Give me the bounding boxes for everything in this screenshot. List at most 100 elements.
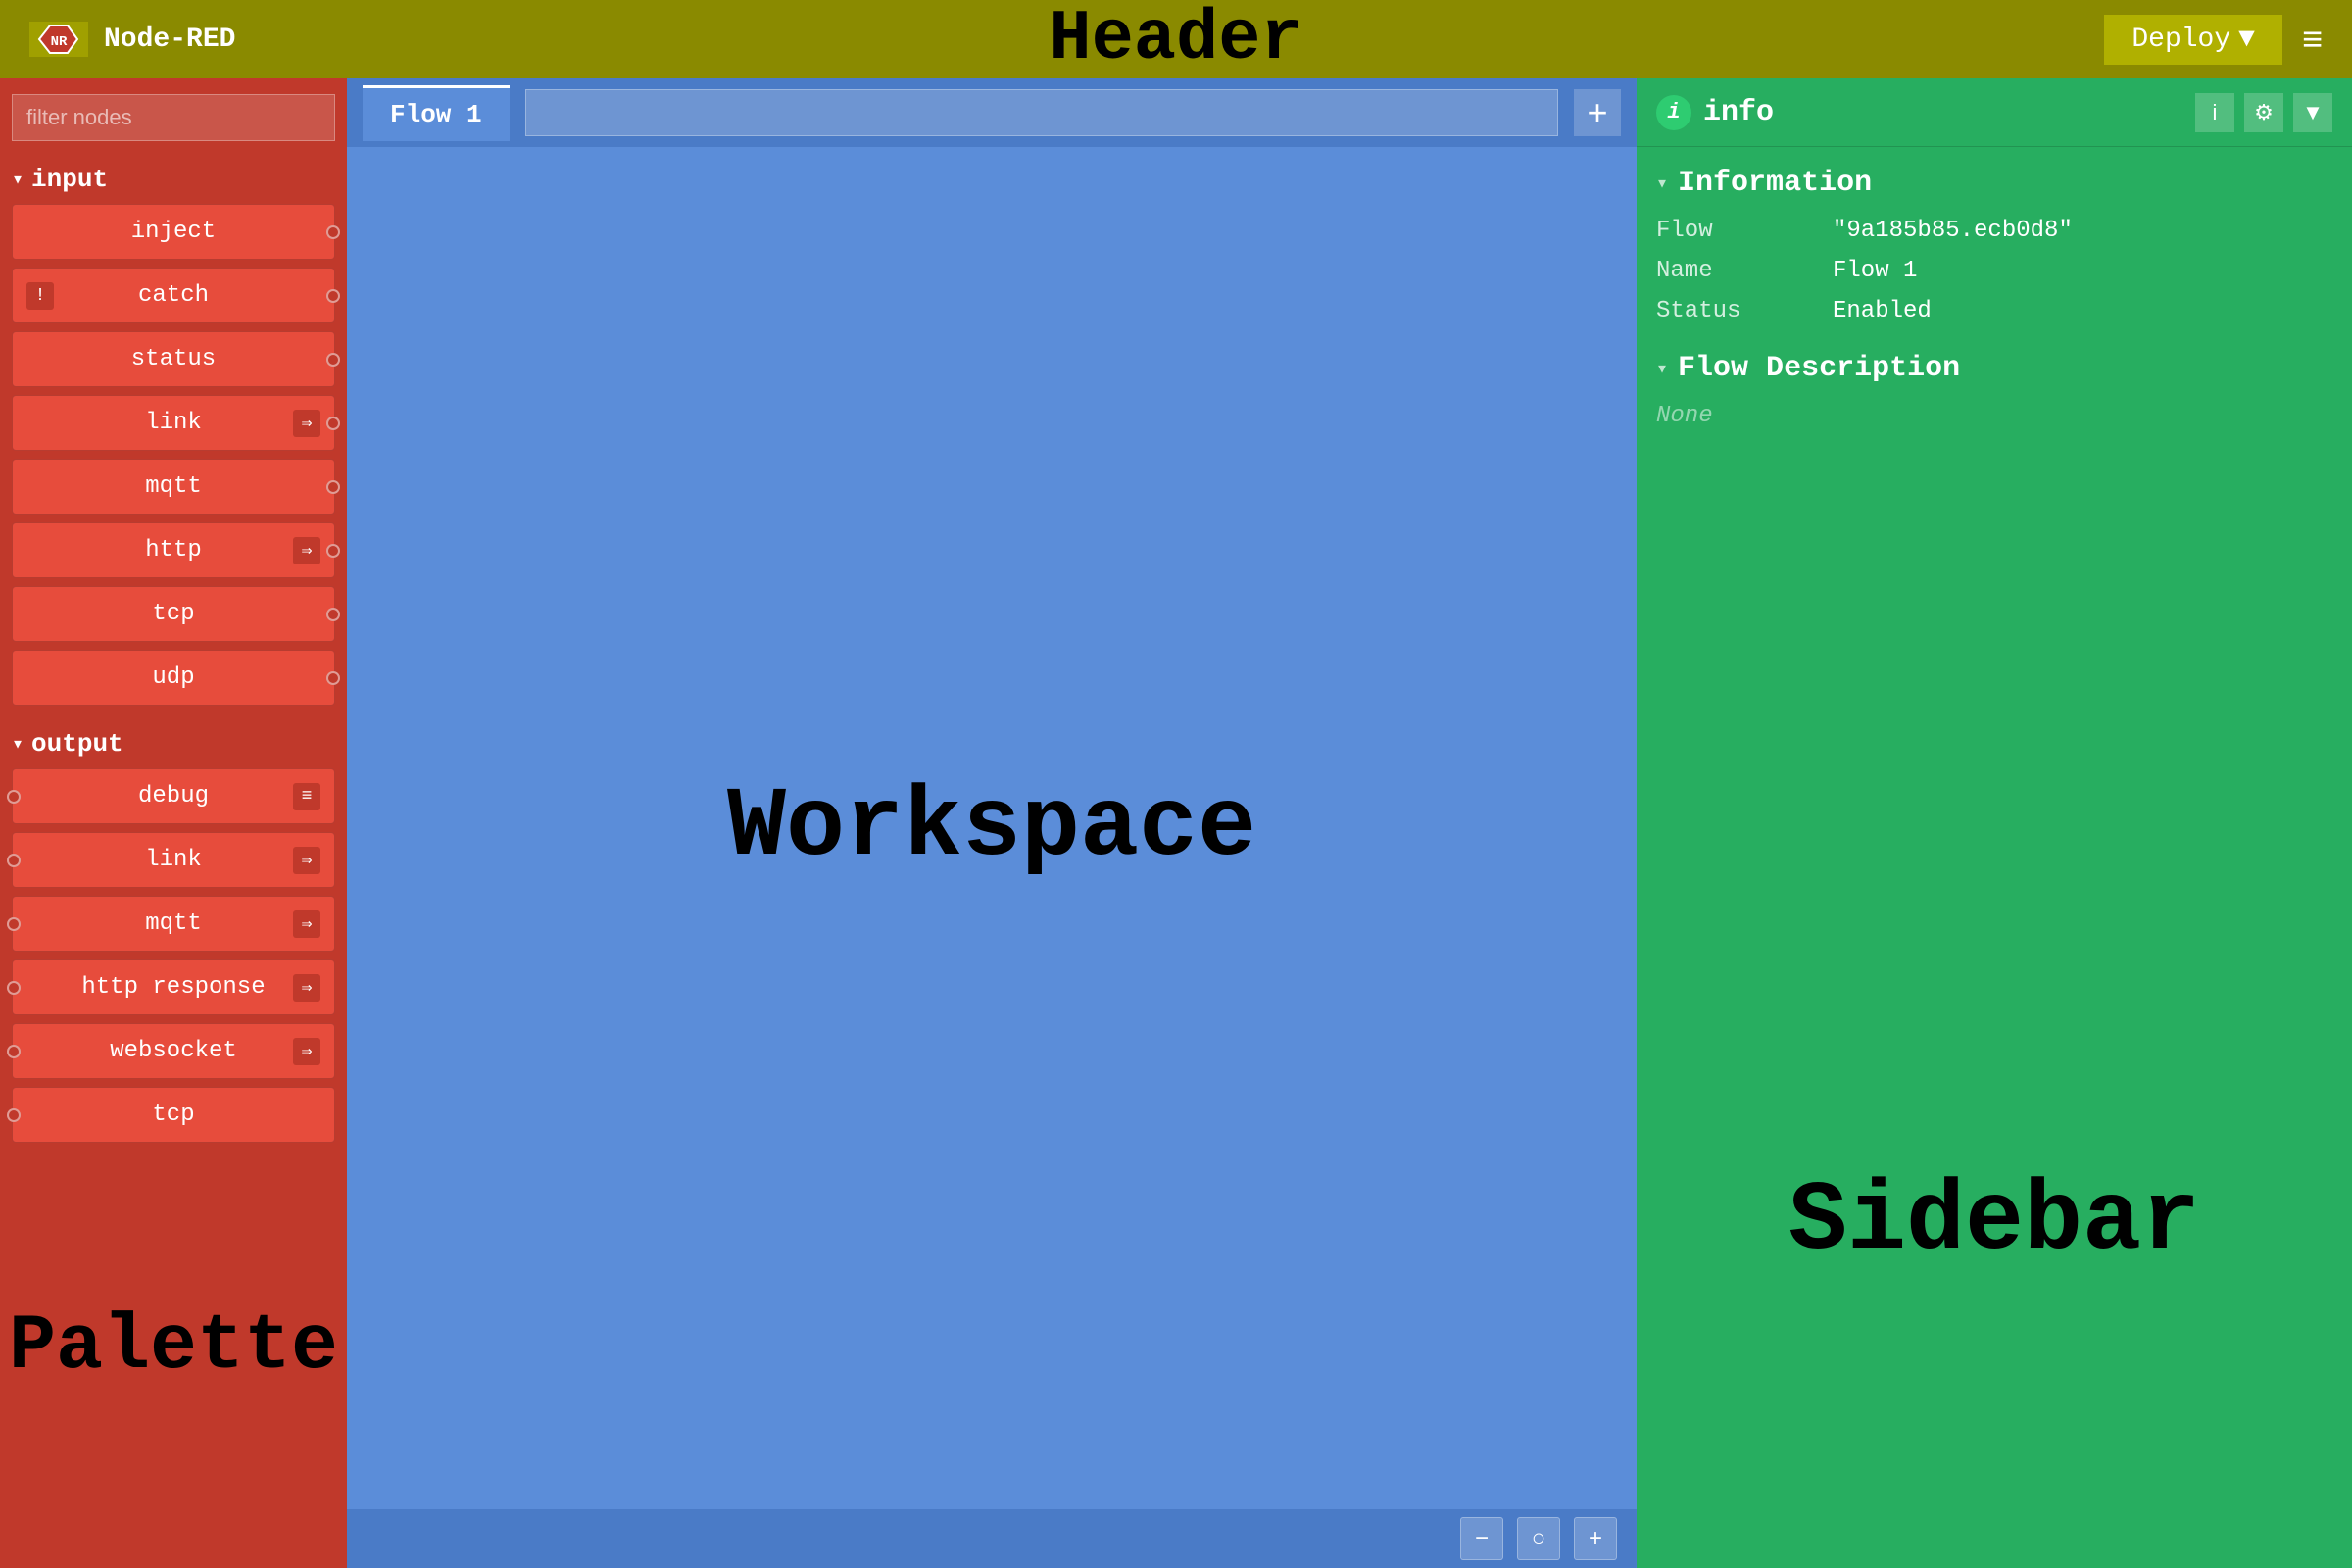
flow1-tab[interactable]: Flow 1 bbox=[363, 85, 510, 141]
palette-category-input-header[interactable]: ▾ input bbox=[12, 165, 335, 194]
sidebar-info-row-status: Status Enabled bbox=[1656, 298, 2332, 324]
workspace-zoom-out-button[interactable]: − bbox=[1460, 1517, 1503, 1560]
flow-description-none: None bbox=[1656, 403, 2332, 429]
information-section-title: Information bbox=[1678, 167, 1872, 200]
palette-node-tcp-out[interactable]: tcp bbox=[12, 1087, 335, 1143]
tab-search-input[interactable] bbox=[525, 89, 1558, 136]
workspace-zoom-reset-button[interactable]: ○ bbox=[1517, 1517, 1560, 1560]
output-category-toggle-icon: ▾ bbox=[12, 731, 24, 757]
sidebar-settings-button[interactable]: ⚙ bbox=[2244, 93, 2283, 132]
debug-list-icon: ≡ bbox=[293, 783, 320, 810]
palette-category-output: ▾ output debug ≡ link ⇒ mqtt ⇒ bbox=[0, 721, 347, 1158]
logo-area: NR Node-RED bbox=[29, 22, 235, 57]
workspace-tabs: Flow 1 + bbox=[347, 78, 1637, 147]
http-response-icon: ⇒ bbox=[293, 974, 320, 1002]
information-section-header[interactable]: ▾ Information bbox=[1656, 167, 2332, 200]
link-out-port-left bbox=[7, 854, 21, 867]
header-title: Header bbox=[1049, 0, 1302, 79]
palette-panel: ▾ input inject ! catch status bbox=[0, 78, 347, 1568]
tcp-out-label: tcp bbox=[152, 1102, 194, 1128]
sidebar-content: ▾ Information Flow "9a185b85.ecb0d8" Nam… bbox=[1637, 147, 2352, 877]
inject-port-right bbox=[326, 225, 340, 239]
tcp-out-port-left bbox=[7, 1108, 21, 1122]
palette-node-http-in[interactable]: http ⇒ bbox=[12, 522, 335, 578]
palette-node-status[interactable]: status bbox=[12, 331, 335, 387]
sidebar-info-row-flow: Flow "9a185b85.ecb0d8" bbox=[1656, 218, 2332, 244]
sidebar-status-value: Enabled bbox=[1833, 298, 1932, 324]
flow-description-section-title: Flow Description bbox=[1678, 352, 1960, 385]
palette-node-link-out[interactable]: link ⇒ bbox=[12, 832, 335, 888]
status-port-right bbox=[326, 353, 340, 367]
sidebar-header-buttons: i ⚙ ▼ bbox=[2195, 93, 2332, 132]
workspace-zoom-in-button[interactable]: + bbox=[1574, 1517, 1617, 1560]
palette-node-udp-in[interactable]: udp bbox=[12, 650, 335, 706]
sidebar-panel: i info i ⚙ ▼ ▾ Information Flow "9a185b8… bbox=[1637, 78, 2352, 1568]
mqtt-out-label: mqtt bbox=[145, 910, 202, 937]
sidebar-header: i info i ⚙ ▼ bbox=[1637, 78, 2352, 147]
catch-port-right bbox=[326, 289, 340, 303]
palette-node-debug[interactable]: debug ≡ bbox=[12, 768, 335, 824]
catch-warning-icon: ! bbox=[26, 282, 54, 310]
http-in-port-right bbox=[326, 544, 340, 558]
sidebar-flow-value: "9a185b85.ecb0d8" bbox=[1833, 218, 2073, 244]
sidebar-info-tab-button[interactable]: i bbox=[2195, 93, 2234, 132]
sidebar-info-label: info bbox=[1703, 96, 2183, 129]
palette-node-websocket-out[interactable]: websocket ⇒ bbox=[12, 1023, 335, 1079]
mqtt-in-label: mqtt bbox=[145, 473, 202, 500]
main-layout: ▾ input inject ! catch status bbox=[0, 78, 2352, 1568]
palette-node-mqtt-out[interactable]: mqtt ⇒ bbox=[12, 896, 335, 952]
input-category-toggle-icon: ▾ bbox=[12, 167, 24, 192]
sidebar-name-value: Flow 1 bbox=[1833, 258, 1917, 284]
http-response-label: http response bbox=[81, 974, 265, 1001]
flow-description-section-toggle-icon: ▾ bbox=[1656, 356, 1668, 381]
flow-description-section-header[interactable]: ▾ Flow Description bbox=[1656, 352, 2332, 385]
mqtt-in-port-right bbox=[326, 480, 340, 494]
sidebar-name-key: Name bbox=[1656, 258, 1813, 284]
debug-label: debug bbox=[138, 783, 209, 809]
tcp-in-port-right bbox=[326, 608, 340, 621]
sidebar-status-key: Status bbox=[1656, 298, 1813, 324]
workspace-canvas[interactable]: Workspace bbox=[347, 147, 1637, 1509]
deploy-button[interactable]: Deploy ▼ bbox=[2104, 15, 2282, 65]
sidebar-label-overlay: Sidebar bbox=[1637, 877, 2352, 1568]
palette-category-output-header[interactable]: ▾ output bbox=[12, 729, 335, 759]
sidebar-section-flow-description: ▾ Flow Description None bbox=[1656, 352, 2332, 429]
udp-in-label: udp bbox=[152, 664, 194, 691]
catch-label: catch bbox=[138, 282, 209, 309]
debug-port-left bbox=[7, 790, 21, 804]
output-category-label: output bbox=[31, 729, 123, 759]
link-in-label: link bbox=[145, 410, 202, 436]
filter-nodes-input[interactable] bbox=[12, 94, 335, 141]
palette-node-link-in[interactable]: link ⇒ bbox=[12, 395, 335, 451]
http-response-port-left bbox=[7, 981, 21, 995]
link-out-icon: ⇒ bbox=[293, 847, 320, 874]
input-category-label: input bbox=[31, 165, 108, 194]
inject-label: inject bbox=[131, 219, 216, 245]
sidebar-info-row-name: Name Flow 1 bbox=[1656, 258, 2332, 284]
header: NR Node-RED Header Deploy ▼ ≡ bbox=[0, 0, 2352, 78]
palette-node-tcp-in[interactable]: tcp bbox=[12, 586, 335, 642]
sidebar-label: Sidebar bbox=[1788, 1167, 2200, 1278]
add-tab-button[interactable]: + bbox=[1574, 89, 1621, 136]
sidebar-section-information: ▾ Information Flow "9a185b85.ecb0d8" Nam… bbox=[1656, 167, 2332, 324]
hamburger-button[interactable]: ≡ bbox=[2302, 19, 2323, 60]
http-in-icon: ⇒ bbox=[293, 537, 320, 564]
sidebar-info-icon: i bbox=[1656, 95, 1691, 130]
link-in-port-right bbox=[326, 416, 340, 430]
mqtt-out-port-left bbox=[7, 917, 21, 931]
deploy-arrow-icon: ▼ bbox=[2238, 24, 2255, 55]
palette-node-inject[interactable]: inject bbox=[12, 204, 335, 260]
sidebar-collapse-button[interactable]: ▼ bbox=[2293, 93, 2332, 132]
status-label: status bbox=[131, 346, 216, 372]
workspace-bottom-bar: − ○ + bbox=[347, 1509, 1637, 1568]
http-in-label: http bbox=[145, 537, 202, 564]
header-right: Deploy ▼ ≡ bbox=[2104, 15, 2323, 65]
palette-node-mqtt-in[interactable]: mqtt bbox=[12, 459, 335, 514]
workspace-label: Workspace bbox=[727, 773, 1256, 884]
palette-node-http-response[interactable]: http response ⇒ bbox=[12, 959, 335, 1015]
link-out-label: link bbox=[145, 847, 202, 873]
palette-node-catch[interactable]: ! catch bbox=[12, 268, 335, 323]
link-in-icon: ⇒ bbox=[293, 410, 320, 437]
palette-label: Palette bbox=[9, 1302, 338, 1392]
information-section-toggle-icon: ▾ bbox=[1656, 171, 1668, 196]
